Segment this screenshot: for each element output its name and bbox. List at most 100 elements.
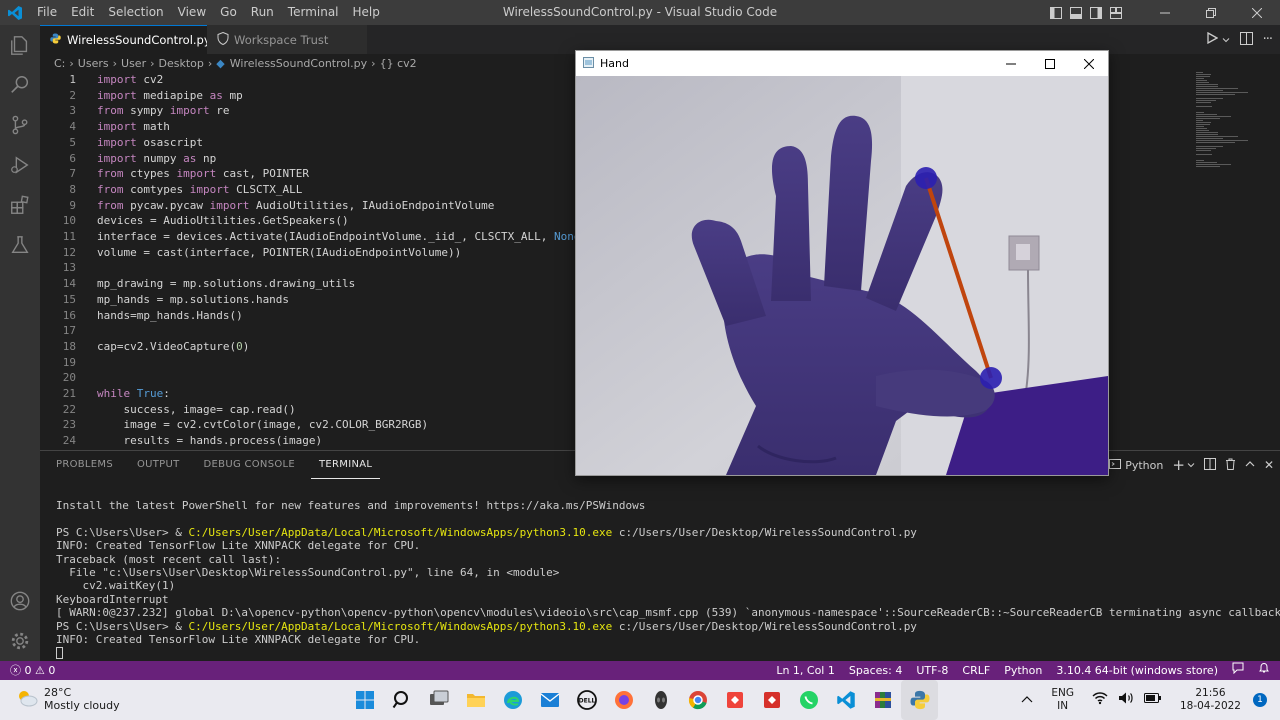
hand-maximize-button[interactable] (1030, 51, 1069, 76)
file-explorer-icon[interactable] (457, 680, 494, 720)
testing-icon[interactable] (0, 225, 40, 265)
breadcrumb-desktop[interactable]: Desktop (159, 57, 204, 70)
menu-edit[interactable]: Edit (64, 0, 101, 25)
encoding[interactable]: UTF-8 (909, 661, 955, 680)
whatsapp-icon[interactable] (790, 680, 827, 720)
split-terminal-icon[interactable] (1203, 457, 1216, 473)
tab-wirelesssoundcontrol[interactable]: WirelessSoundControl.py ✕ (40, 25, 230, 54)
toggle-panel-icon[interactable] (1066, 0, 1086, 25)
terminal-line: Traceback (most recent call last): (56, 552, 282, 566)
search-icon[interactable] (0, 65, 40, 105)
hand-camera-window[interactable]: Hand (575, 50, 1109, 476)
code-text: volume = cast(interface, POINTER(IAudioE… (97, 245, 462, 259)
tab-debug-console[interactable]: DEBUG CONSOLE (196, 452, 303, 478)
feedback-icon[interactable] (1225, 661, 1251, 680)
breadcrumb-symbol[interactable]: {} cv2 (380, 57, 417, 70)
terminal-output[interactable]: Install the latest PowerShell for new fe… (56, 499, 1280, 660)
task-view-icon[interactable] (420, 680, 457, 720)
hand-minimize-button[interactable] (991, 51, 1030, 76)
menu-terminal[interactable]: Terminal (281, 0, 346, 25)
hand-window-titlebar[interactable]: Hand (576, 51, 1108, 76)
battery-icon[interactable] (1139, 692, 1167, 708)
kill-terminal-trash-icon[interactable] (1225, 458, 1236, 473)
tab-problems[interactable]: PROBLEMS (48, 452, 121, 478)
minimap-line (1196, 118, 1220, 119)
winrar-icon[interactable] (864, 680, 901, 720)
line-number: 17 (62, 324, 76, 338)
search-icon[interactable] (383, 680, 420, 720)
close-panel-icon[interactable]: ✕ (1264, 458, 1274, 472)
tab-workspace-trust[interactable]: Workspace Trust (207, 25, 367, 54)
minimize-button[interactable] (1142, 0, 1188, 25)
notifications-bell-icon[interactable] (1251, 661, 1280, 680)
maximize-panel-chevron-up-icon[interactable] (1245, 459, 1255, 472)
opencv-window-icon (583, 56, 594, 71)
wifi-icon[interactable] (1087, 691, 1113, 709)
minimap-line (1196, 82, 1209, 83)
code-text: from ctypes import cast, POINTER (97, 167, 309, 181)
toggle-secondary-sidebar-icon[interactable] (1086, 0, 1106, 25)
show-hidden-icons-chevron-icon[interactable] (1016, 694, 1038, 707)
breadcrumb-users[interactable]: Users (78, 57, 109, 70)
toggle-sidebar-icon[interactable] (1046, 0, 1066, 25)
run-debug-icon[interactable] (0, 145, 40, 185)
split-editor-icon[interactable] (1239, 31, 1253, 48)
minimap-line (1196, 166, 1220, 167)
firefox-icon[interactable] (605, 680, 642, 720)
run-python-file-icon[interactable] (1206, 31, 1218, 47)
menu-view[interactable]: View (171, 0, 213, 25)
menu-go[interactable]: Go (213, 0, 244, 25)
new-terminal-plus-icon[interactable]: + (1172, 456, 1185, 474)
chrome-icon[interactable] (679, 680, 716, 720)
breadcrumb-file[interactable]: WirelessSoundControl.py (230, 57, 367, 70)
source-control-icon[interactable] (0, 105, 40, 145)
edge-icon[interactable] (494, 680, 531, 720)
manage-gear-icon[interactable] (0, 621, 40, 661)
menu-run[interactable]: Run (244, 0, 281, 25)
volume-icon[interactable] (1113, 691, 1139, 709)
dell-icon[interactable]: DELL (568, 680, 605, 720)
input-language[interactable]: ENG IN (1046, 687, 1079, 713)
weather-widget[interactable]: 28°C Mostly cloudy (16, 686, 120, 712)
minimap[interactable] (1192, 72, 1252, 172)
close-window-button[interactable] (1234, 0, 1280, 25)
terminal-shell-label[interactable]: Python (1125, 459, 1163, 472)
alienware-icon[interactable] (642, 680, 679, 720)
menu-help[interactable]: Help (346, 0, 387, 25)
more-actions-icon[interactable]: ··· (1263, 32, 1273, 47)
python-interpreter[interactable]: 3.10.4 64-bit (windows store) (1049, 661, 1225, 680)
terminal-line: Install the latest PowerShell for new fe… (56, 499, 646, 512)
hand-close-button[interactable] (1069, 51, 1108, 76)
language-mode[interactable]: Python (997, 661, 1049, 680)
python-icon[interactable] (901, 680, 938, 720)
breadcrumb-drive[interactable]: C: (54, 57, 65, 70)
vscode-icon[interactable] (827, 680, 864, 720)
tab-terminal[interactable]: TERMINAL (311, 452, 381, 479)
tab-output[interactable]: OUTPUT (129, 452, 188, 478)
anydesk-icon[interactable] (716, 680, 753, 720)
menu-file[interactable]: File (30, 0, 64, 25)
menu-selection[interactable]: Selection (101, 0, 170, 25)
code-text: interface = devices.Activate(IAudioEndpo… (97, 230, 587, 243)
breadcrumb-user[interactable]: User (121, 57, 146, 70)
terminal-line: PS C:\Users\User> & C:/Users/User/AppDat… (56, 620, 1271, 633)
run-dropdown-chevron-icon[interactable] (1222, 33, 1230, 47)
explorer-icon[interactable] (0, 25, 40, 65)
accounts-icon[interactable] (0, 581, 40, 621)
end-of-line[interactable]: CRLF (955, 661, 997, 680)
cursor-position[interactable]: Ln 1, Col 1 (769, 661, 842, 680)
anydesk-red-icon[interactable] (753, 680, 790, 720)
customize-layout-icon[interactable] (1106, 0, 1126, 25)
clock[interactable]: 21:56 18-04-2022 (1175, 687, 1246, 713)
title-bar: File Edit Selection View Go Run Terminal… (0, 0, 1280, 25)
start-icon[interactable] (346, 680, 383, 720)
terminal-dropdown-chevron-icon[interactable] (1187, 459, 1195, 472)
indentation[interactable]: Spaces: 4 (842, 661, 909, 680)
mail-icon[interactable] (531, 680, 568, 720)
restore-button[interactable] (1188, 0, 1234, 25)
problems-status[interactable]: ⓧ 0 ⚠ 0 (0, 661, 62, 680)
extensions-icon[interactable] (0, 185, 40, 225)
minimap-line (1196, 130, 1209, 131)
code-text: image = cv2.cvtColor(image, cv2.COLOR_BG… (97, 418, 429, 432)
notification-center-badge[interactable]: 1 (1248, 693, 1272, 707)
